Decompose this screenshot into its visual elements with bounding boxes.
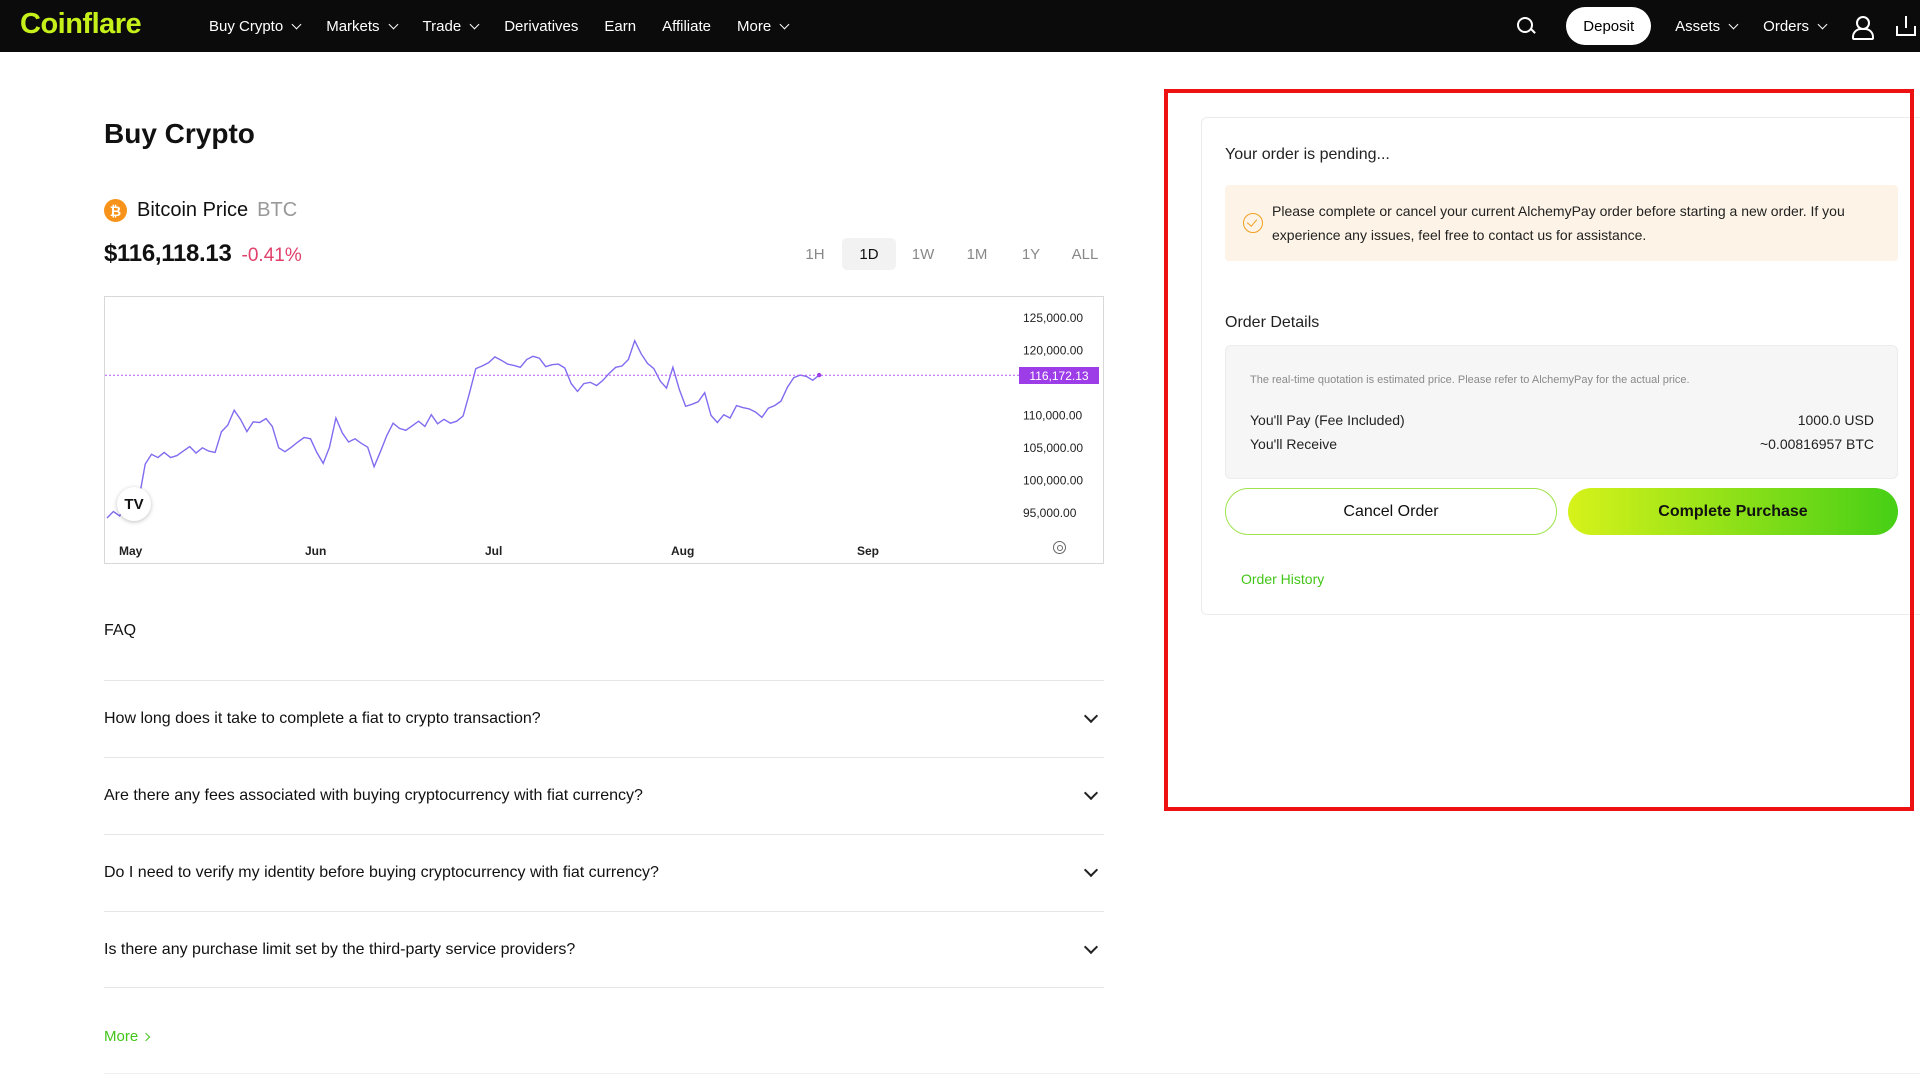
page-title: Buy Crypto (104, 118, 255, 149)
divider (104, 1073, 1920, 1074)
coinflare-logo[interactable]: Coinflare (20, 8, 142, 41)
chevron-down-icon (779, 19, 790, 29)
chevron-down-icon (1083, 785, 1099, 801)
user-icon[interactable] (1852, 16, 1874, 40)
faq-list: How long does it take to complete a fiat… (104, 680, 1104, 988)
range-tab-1d[interactable]: 1D (842, 238, 896, 270)
deposit-button[interactable]: Deposit (1566, 7, 1652, 45)
top-nav: Coinflare Buy Crypto Markets Trade Deriv… (0, 0, 1920, 52)
chevron-down-icon (469, 19, 480, 29)
faq-more-link[interactable]: More (104, 1028, 151, 1045)
chevron-down-icon (1083, 862, 1099, 878)
chevron-right-icon (141, 1032, 151, 1041)
coin-symbol: BTC (257, 199, 298, 221)
faq-question: Do I need to verify my identity before b… (104, 864, 659, 881)
faq-question: Are there any fees associated with buyin… (104, 787, 643, 804)
nav-affiliate[interactable]: Affiliate (662, 18, 711, 35)
search-icon[interactable] (1516, 16, 1536, 36)
download-icon[interactable] (1896, 16, 1916, 36)
faq-item[interactable]: Do I need to verify my identity before b… (104, 834, 1104, 911)
chevron-down-icon (1083, 939, 1099, 954)
chevron-down-icon (291, 19, 302, 29)
range-tab-1m[interactable]: 1M (950, 238, 1004, 270)
faq-item[interactable]: Are there any fees associated with buyin… (104, 757, 1104, 834)
price-row: $116,118.13 -0.41% (104, 240, 302, 268)
nav-trade[interactable]: Trade (423, 18, 480, 35)
y-tick-label: 125,000.00 (1023, 311, 1083, 325)
nav-more[interactable]: More (737, 18, 790, 35)
y-tick-label: 120,000.00 (1023, 343, 1083, 357)
y-tick-label: 110,000.00 (1023, 408, 1082, 422)
nav-derivatives[interactable]: Derivatives (504, 18, 578, 35)
y-tick-label: 105,000.00 (1023, 441, 1083, 455)
x-tick-label: Aug (671, 544, 694, 558)
x-tick-label: May (119, 544, 143, 558)
current-price-tag: 116,172.13 (1019, 367, 1099, 385)
coin-name: Bitcoin Price (137, 199, 249, 221)
bitcoin-icon: ₿ (104, 199, 127, 222)
y-tick-label: 100,000.00 (1023, 473, 1083, 487)
x-tick-label: Jun (305, 544, 326, 558)
price-line (106, 338, 820, 519)
faq-item[interactable]: How long does it take to complete a fiat… (104, 680, 1104, 757)
price-change: -0.41% (241, 245, 302, 266)
nav-orders[interactable]: Orders (1763, 18, 1828, 35)
x-tick-label: Sep (857, 544, 879, 558)
coin-header: ₿ Bitcoin Price BTC (104, 199, 297, 222)
price-chart-svg: 125,000.00 120,000.00 110,000.00 105,000.00… (105, 311, 1083, 558)
last-price-dot (816, 372, 822, 378)
chart-settings-icon[interactable] (1053, 541, 1066, 554)
current-price: $116,118.13 (104, 240, 232, 267)
chevron-down-icon (1083, 708, 1099, 724)
chevron-down-icon (1728, 19, 1739, 29)
y-tick-label: 95,000.00 (1023, 506, 1077, 520)
nav-earn[interactable]: Earn (604, 18, 636, 35)
price-chart[interactable]: 125,000.00 120,000.00 110,000.00 105,000.00… (104, 296, 1104, 564)
chevron-down-icon (1817, 19, 1828, 29)
nav-markets[interactable]: Markets (326, 18, 398, 35)
range-tab-1h[interactable]: 1H (788, 238, 842, 270)
highlight-box (1164, 89, 1914, 811)
faq-question: Is there any purchase limit set by the t… (104, 940, 576, 958)
nav-buy-crypto[interactable]: Buy Crypto (209, 18, 302, 35)
faq-question: How long does it take to complete a fiat… (104, 710, 541, 727)
range-tab-all[interactable]: ALL (1058, 238, 1112, 270)
range-tab-1y[interactable]: 1Y (1004, 238, 1058, 270)
range-tabs: 1H 1D 1W 1M 1Y ALL (788, 238, 1112, 270)
range-tab-1w[interactable]: 1W (896, 238, 950, 270)
tradingview-logo[interactable]: TV (117, 487, 151, 521)
faq-item[interactable]: Is there any purchase limit set by the t… (104, 911, 1104, 988)
nav-assets[interactable]: Assets (1675, 18, 1739, 35)
nav-right: Deposit Assets Orders (1516, 0, 1920, 52)
x-tick-label: Jul (485, 544, 502, 558)
chevron-down-icon (388, 19, 398, 29)
faq-title: FAQ (104, 622, 137, 639)
main-menu: Buy Crypto Markets Trade Derivatives Ear… (209, 0, 814, 52)
